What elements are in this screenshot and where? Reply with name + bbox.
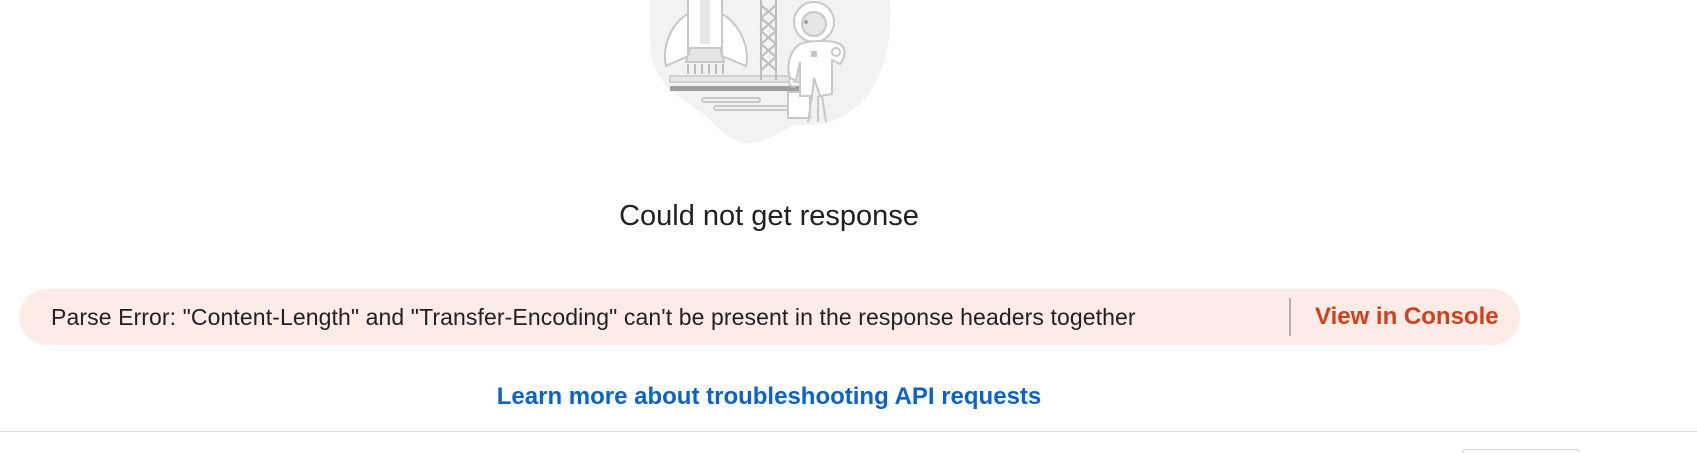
bottom-divider xyxy=(0,431,1697,432)
response-pane: Could not get response Parse Error: "Con… xyxy=(0,0,1697,453)
learn-more-link[interactable]: Learn more about troubleshooting API req… xyxy=(0,380,1538,414)
view-in-console-link[interactable]: View in Console xyxy=(1315,303,1499,331)
error-banner-divider xyxy=(1289,298,1291,336)
error-message: Parse Error: "Content-Length" and "Trans… xyxy=(51,303,1136,330)
bottom-tab-edge xyxy=(1462,449,1580,453)
rocket-astronaut-illustration xyxy=(650,0,891,144)
error-title: Could not get response xyxy=(619,200,919,232)
error-banner: Parse Error: "Content-Length" and "Trans… xyxy=(19,289,1520,345)
